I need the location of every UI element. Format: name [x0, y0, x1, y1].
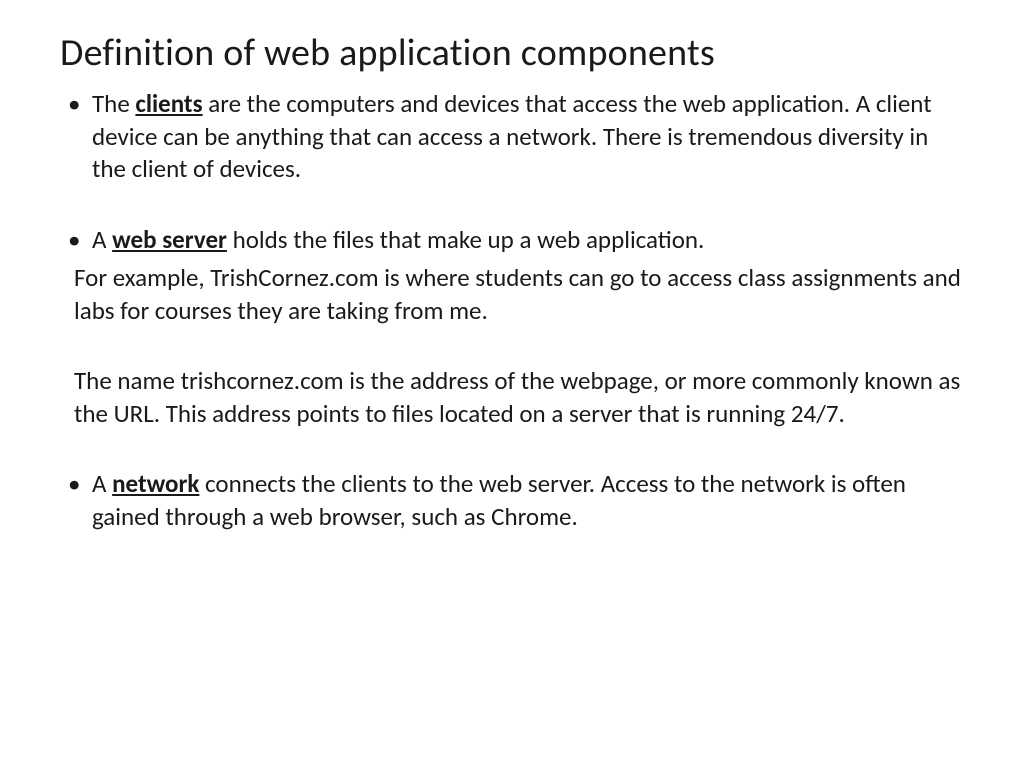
- slide-content: The clients are the computers and device…: [60, 88, 964, 533]
- slide-title: Definition of web application components: [60, 30, 964, 76]
- continuation-url: The name trishcornez.com is the address …: [74, 365, 964, 430]
- bullet-pre-text: A: [92, 224, 112, 255]
- bullet-network: A network connects the clients to the we…: [92, 468, 964, 533]
- bullet-pre-text: A: [92, 468, 112, 499]
- bullet-post-text: holds the files that make up a web appli…: [227, 224, 704, 255]
- term-network: network: [112, 468, 199, 499]
- term-web-server: web server: [112, 224, 227, 255]
- bullet-post-text: connects the clients to the web server. …: [92, 468, 906, 532]
- bullet-post-text: are the computers and devices that acces…: [92, 88, 932, 184]
- bullet-clients: The clients are the computers and device…: [92, 88, 964, 186]
- bullet-pre-text: The: [92, 88, 135, 119]
- bullet-web-server: A web server holds the files that make u…: [92, 224, 964, 257]
- term-clients: clients: [135, 88, 202, 119]
- continuation-example: For example, TrishCornez.com is where st…: [74, 262, 964, 327]
